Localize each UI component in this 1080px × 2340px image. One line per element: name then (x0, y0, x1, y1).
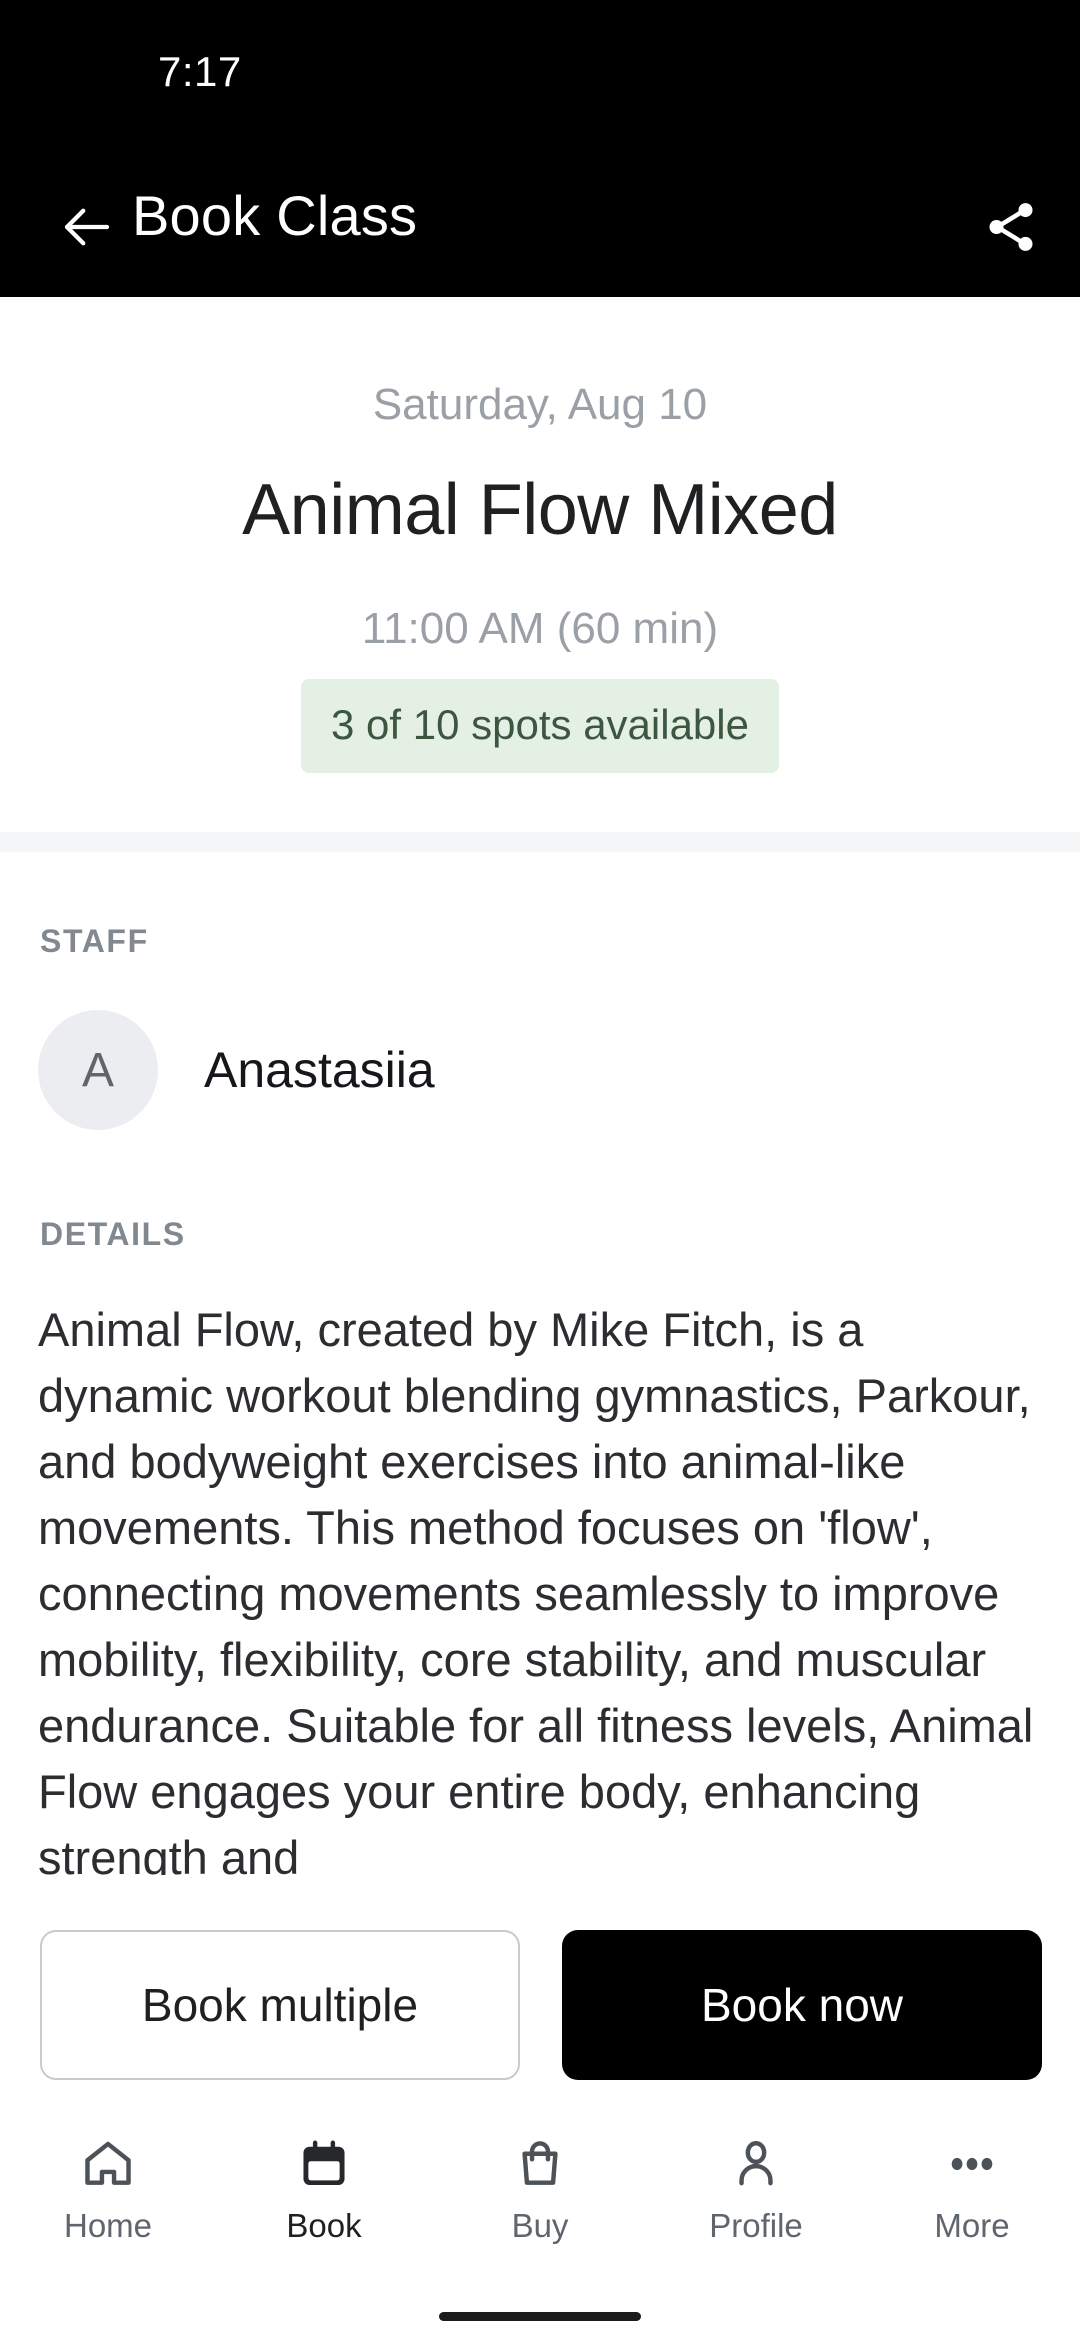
nav-label-profile: Profile (709, 2207, 803, 2244)
arrow-left-icon (57, 197, 117, 262)
class-summary: Saturday, Aug 10 Animal Flow Mixed 11:00… (0, 297, 1080, 832)
bag-icon (512, 2133, 568, 2195)
staff-section: STAFF A Anastasiia (0, 852, 1080, 1190)
class-title: Animal Flow Mixed (242, 470, 838, 550)
back-button[interactable] (38, 186, 136, 272)
page-title: Book Class (132, 184, 418, 247)
staff-name: Anastasiia (204, 1042, 435, 1098)
spots-availability-badge: 3 of 10 spots available (301, 679, 779, 773)
section-divider (0, 832, 1080, 852)
nav-item-home[interactable]: Home (0, 2105, 216, 2245)
bottom-navigation: Home Book Buy Profile More (0, 2105, 1080, 2295)
nav-label-home: Home (63, 2207, 153, 2244)
action-bar: Book multiple Book now (0, 1875, 1080, 2105)
status-bar-time: 7:17 (158, 48, 242, 95)
nav-label-book: Book (286, 2207, 362, 2244)
book-now-button[interactable]: Book now (562, 1930, 1042, 2080)
class-date: Saturday, Aug 10 (372, 380, 708, 429)
person-icon (728, 2133, 784, 2195)
class-time: 11:00 AM (60 min) (361, 604, 719, 653)
status-bar: 7:17 (0, 0, 1080, 160)
details-section-label: DETAILS (40, 1216, 186, 1252)
gesture-bar[interactable] (439, 2312, 641, 2321)
nav-item-more[interactable]: More (864, 2105, 1080, 2245)
share-icon (982, 198, 1040, 261)
share-button[interactable] (964, 186, 1058, 272)
staff-row[interactable]: A Anastasiia (38, 1010, 1038, 1130)
nav-label-buy: Buy (511, 2207, 569, 2244)
details-section: DETAILS Animal Flow, created by Mike Fit… (0, 1190, 1080, 1875)
nav-label-more: More (934, 2207, 1010, 2244)
details-description: Animal Flow, created by Mike Fitch, is a… (38, 1303, 1034, 1875)
nav-item-profile[interactable]: Profile (648, 2105, 864, 2245)
nav-item-buy[interactable]: Buy (432, 2105, 648, 2245)
nav-item-book[interactable]: Book (216, 2105, 432, 2245)
home-icon (80, 2133, 136, 2195)
staff-section-label: STAFF (40, 923, 149, 959)
avatar: A (38, 1010, 158, 1130)
calendar-icon (296, 2133, 352, 2195)
book-multiple-button[interactable]: Book multiple (40, 1930, 520, 2080)
ellipsis-icon (944, 2133, 1000, 2195)
